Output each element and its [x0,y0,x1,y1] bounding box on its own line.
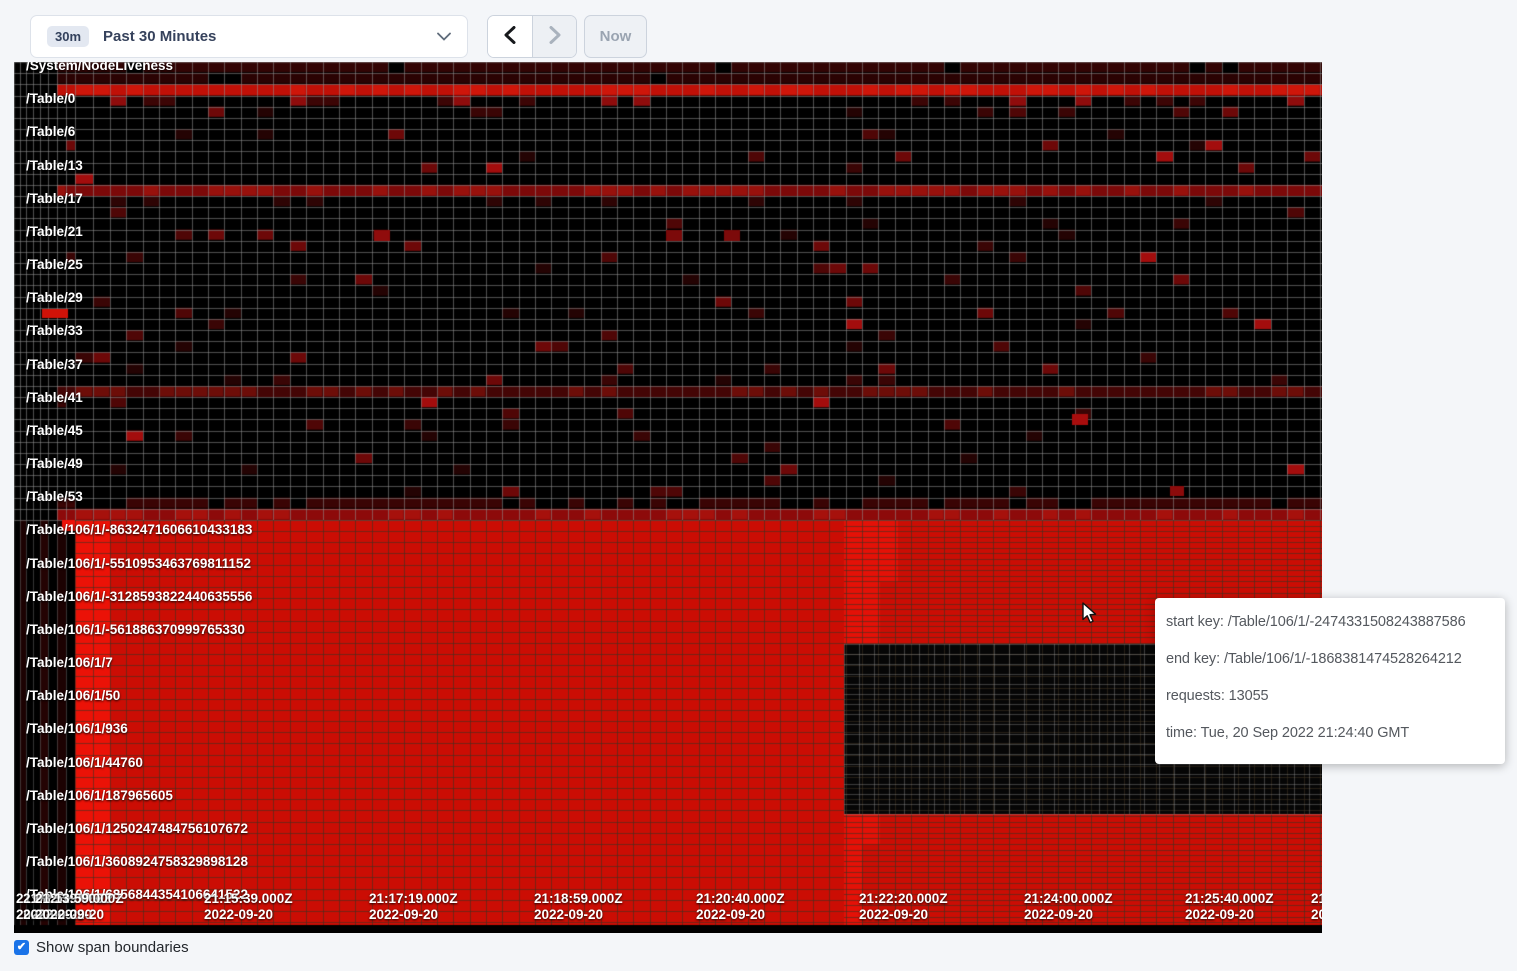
chevron-right-icon [549,26,561,47]
tooltip-requests: requests: 13055 [1166,688,1497,704]
hover-tooltip: start key: /Table/106/1/-247433150824388… [1155,598,1505,764]
next-timeframe-button[interactable] [532,16,576,57]
prev-timeframe-button[interactable] [488,16,532,57]
tooltip-start-key: start key: /Table/106/1/-247433150824388… [1166,614,1497,630]
now-button[interactable]: Now [584,15,647,58]
heatmap-canvas[interactable] [14,62,1322,933]
time-range-label: Past 30 Minutes [103,28,216,45]
show-span-boundaries-label: Show span boundaries [36,939,189,956]
tooltip-time: time: Tue, 20 Sep 2022 21:24:40 GMT [1166,725,1497,741]
time-range-badge: 30m [47,26,89,47]
show-span-boundaries-row: ✔ Show span boundaries [14,939,189,956]
time-range-dropdown[interactable]: 30m Past 30 Minutes [30,15,468,58]
tooltip-end-key: end key: /Table/106/1/-18683814745282642… [1166,651,1497,667]
keyvisualizer-heatmap: /System/NodeLiveness/Table/0/Table/6/Tab… [14,62,1322,933]
show-span-boundaries-checkbox[interactable]: ✔ [14,940,29,955]
chevron-down-icon [437,28,451,46]
time-nav-group [487,15,577,58]
chevron-left-icon [504,26,516,47]
